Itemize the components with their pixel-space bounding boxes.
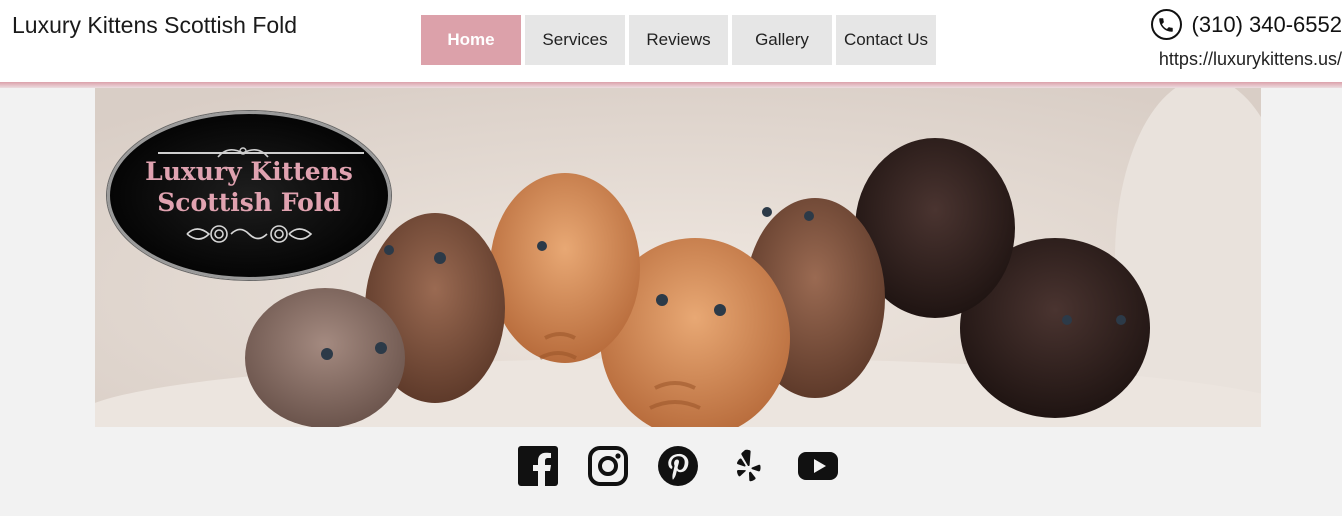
logo-title-line2: Scottish Fold [157,188,341,217]
site-brand[interactable]: Luxury Kittens Scottish Fold [12,10,302,41]
nav-reviews[interactable]: Reviews [629,15,728,65]
scroll-ornament-icon [186,225,313,243]
phone-contact[interactable]: (310) 340-6552 [1150,9,1342,40]
site-url[interactable]: https://luxurykittens.us/ [1159,49,1342,70]
phone-icon [1150,9,1182,40]
pinterest-icon[interactable] [658,446,698,486]
logo-title: Luxury Kittens Scottish Fold [107,156,391,218]
nav-home[interactable]: Home [421,15,521,65]
nav-services[interactable]: Services [525,15,625,65]
instagram-icon[interactable] [588,446,628,486]
youtube-icon[interactable] [798,446,838,486]
main-nav: Home Services Reviews Gallery Contact Us [421,15,940,65]
nav-gallery[interactable]: Gallery [732,15,832,65]
site-header: Luxury Kittens Scottish Fold Home Servic… [0,0,1342,82]
logo-title-line1: Luxury Kittens [145,157,353,186]
yelp-icon[interactable] [728,446,768,486]
phone-number: (310) 340-6552 [1191,11,1342,37]
facebook-icon[interactable] [518,446,558,486]
social-links [518,446,838,486]
nav-contact-us[interactable]: Contact Us [836,15,936,65]
